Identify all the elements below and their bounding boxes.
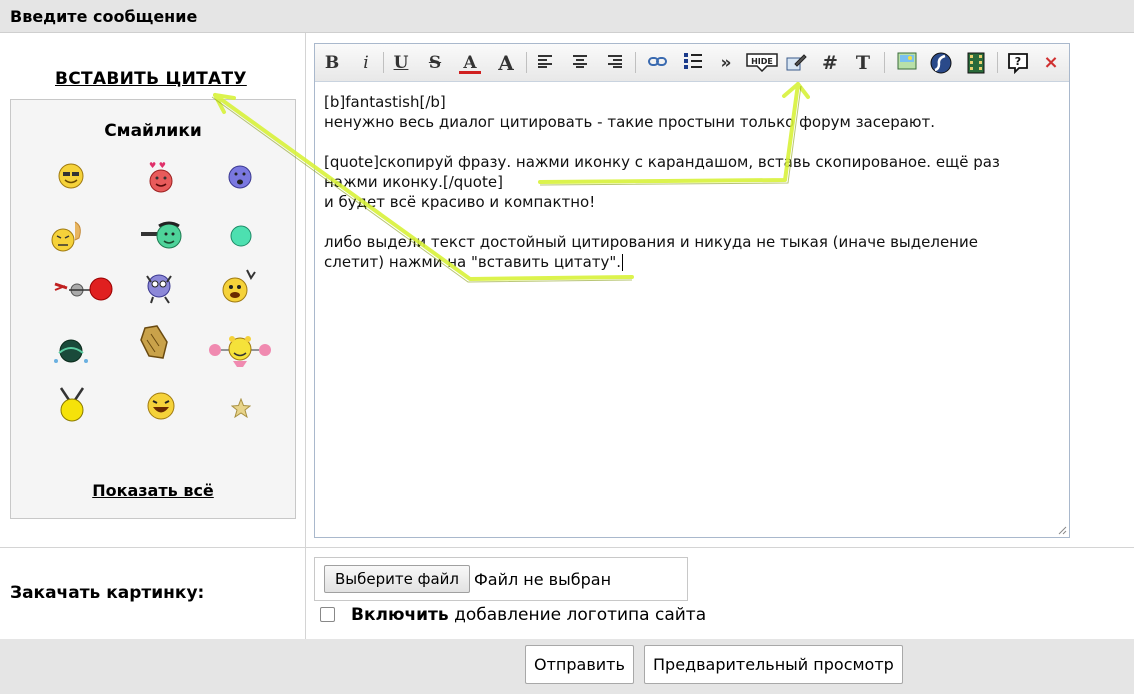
toolbar-separator <box>526 52 527 73</box>
message-line: либо выдели текст достойный цитирования … <box>324 233 978 251</box>
toolbar-separator <box>635 52 636 73</box>
choose-file-button[interactable]: Выберите файл <box>324 565 470 593</box>
align-right-button[interactable] <box>604 52 626 74</box>
smileys-title: Смайлики <box>104 121 202 141</box>
message-line: ненужно весь диалог цитировать - такие п… <box>324 113 936 131</box>
align-center-button[interactable] <box>569 52 591 74</box>
file-input-box: Выберите файл Файл не выбран <box>314 557 688 601</box>
bold-button[interactable]: B <box>321 52 343 74</box>
upload-label: Закачать картинку: <box>10 583 205 603</box>
text-cursor <box>622 254 624 271</box>
font-size-button[interactable]: A <box>493 52 519 74</box>
message-line: нажми иконку.[/quote] <box>324 173 503 191</box>
insert-quote-link[interactable]: ВСТАВИТЬ ЦИТАТУ <box>55 69 247 89</box>
image-icon[interactable] <box>895 52 919 74</box>
laughing-smiley-icon[interactable] <box>145 390 177 422</box>
message-line: слетит) нажми на "вставить цитату". <box>324 253 622 271</box>
star-icon[interactable] <box>230 397 252 419</box>
svg-text:♥ ♥: ♥ ♥ <box>149 161 166 170</box>
monster-smiley-icon[interactable] <box>141 270 181 304</box>
cheerleader-smiley-icon[interactable] <box>207 334 273 368</box>
flash-icon[interactable] <box>929 52 953 74</box>
svg-text:HIDE: HIDE <box>751 57 773 66</box>
toolbar-separator <box>997 52 998 73</box>
code-button[interactable]: # <box>819 52 841 74</box>
crying-smiley-icon[interactable] <box>51 337 91 367</box>
checkbox-label-rest: добавление логотипа сайта <box>448 605 707 625</box>
toolbar-separator <box>383 52 384 73</box>
close-icon[interactable]: × <box>1041 52 1061 74</box>
logo-checkbox[interactable] <box>320 607 335 622</box>
shooting-smiley-icon[interactable] <box>139 218 185 252</box>
quote-pencil-icon[interactable] <box>784 52 808 74</box>
italic-button[interactable]: i <box>355 52 377 74</box>
toolbar-separator <box>884 52 885 73</box>
love-smiley-icon[interactable]: ♥ ♥ <box>146 161 176 193</box>
cool-smiley-icon[interactable] <box>56 161 86 191</box>
underline-button[interactable]: U <box>390 52 412 74</box>
font-type-button[interactable]: T <box>852 52 874 74</box>
clapping-hands-icon[interactable] <box>137 324 177 364</box>
waving-smiley-icon[interactable] <box>217 268 261 306</box>
round-smiley-icon[interactable] <box>229 224 259 254</box>
resize-handle-icon[interactable] <box>1058 526 1067 535</box>
hanging-smiley-icon[interactable] <box>55 386 89 424</box>
column-divider <box>305 33 306 639</box>
checkbox-label-bold: Включить <box>351 605 449 625</box>
smileys-panel: Смайлики ♥ ♥ Показать всё <box>10 99 296 519</box>
fighting-smiley-icon[interactable] <box>51 274 115 304</box>
hide-icon[interactable]: HIDE <box>745 52 779 74</box>
section-header: Введите сообщение <box>0 0 1134 33</box>
submit-button[interactable]: Отправить <box>525 645 634 684</box>
message-line: [b]fantastish[/b] <box>324 93 446 111</box>
font-color-button[interactable]: A <box>459 52 481 74</box>
help-icon[interactable]: ? <box>1006 52 1030 75</box>
svg-text:?: ? <box>1015 55 1021 68</box>
show-all-smileys-link[interactable]: Показать всё <box>11 481 295 500</box>
align-left-button[interactable] <box>534 52 556 74</box>
quote-chevron-button[interactable]: » <box>716 52 736 74</box>
logo-checkbox-label: Включить добавление логотипа сайта <box>351 605 706 625</box>
strikethrough-button[interactable]: S <box>424 52 446 74</box>
file-status: Файл не выбран <box>474 570 612 589</box>
list-icon[interactable] <box>681 52 705 74</box>
section-title: Введите сообщение <box>10 7 198 26</box>
preview-button[interactable]: Предварительный просмотр <box>644 645 903 684</box>
thinking-smiley-icon[interactable] <box>49 218 89 254</box>
link-icon[interactable] <box>646 52 670 74</box>
message-line: и будет всё красиво и компактно! <box>324 193 596 211</box>
message-editor: B i U S A A » HIDE # T ? × [b]fantastish… <box>314 43 1070 538</box>
video-icon[interactable] <box>965 52 987 74</box>
row-divider <box>0 547 1134 548</box>
editor-toolbar: B i U S A A » HIDE # T ? × <box>315 44 1069 82</box>
message-line: [quote]скопируй фразу. нажми иконку с ка… <box>324 153 1000 171</box>
sad-smiley-icon[interactable] <box>226 163 256 193</box>
message-textarea[interactable]: [b]fantastish[/b] ненужно весь диалог ци… <box>324 92 1064 272</box>
